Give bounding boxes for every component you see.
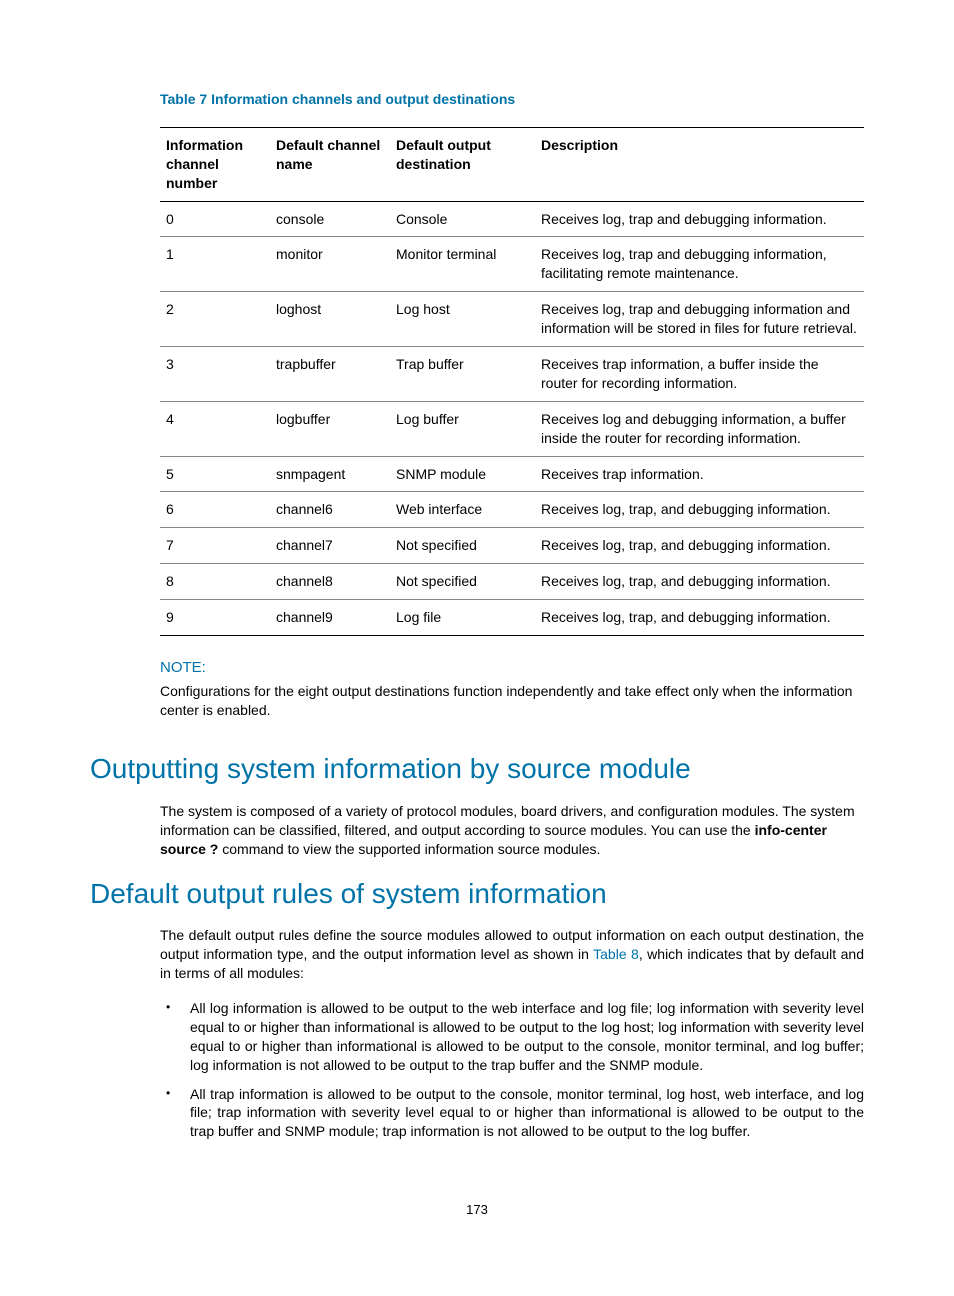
table-row: 9channel9Log fileReceives log, trap, and… <box>160 600 864 636</box>
table-cell: Receives log and debugging information, … <box>535 401 864 456</box>
table-cell: 6 <box>160 492 270 528</box>
section1-text-pre: The system is composed of a variety of p… <box>160 803 855 838</box>
table-cell: Receives log, trap, and debugging inform… <box>535 564 864 600</box>
table-cell: 7 <box>160 528 270 564</box>
table-cell: Monitor terminal <box>390 237 535 292</box>
th-output-destination: Default output destination <box>390 127 535 201</box>
table-row: 7channel7Not specifiedReceives log, trap… <box>160 528 864 564</box>
table-cell: 2 <box>160 292 270 347</box>
table8-link[interactable]: Table 8 <box>593 946 639 962</box>
table-row: 4logbufferLog bufferReceives log and deb… <box>160 401 864 456</box>
table-cell: logbuffer <box>270 401 390 456</box>
note-block: NOTE: Configurations for the eight outpu… <box>160 658 864 720</box>
heading-default-output-rules: Default output rules of system informati… <box>90 875 864 913</box>
table-row: 8channel8Not specifiedReceives log, trap… <box>160 564 864 600</box>
table-row: 0consoleConsoleReceives log, trap and de… <box>160 201 864 237</box>
table-cell: Console <box>390 201 535 237</box>
table-cell: Receives log, trap, and debugging inform… <box>535 528 864 564</box>
table-cell: 1 <box>160 237 270 292</box>
table-cell: monitor <box>270 237 390 292</box>
table-header-row: Information channel number Default chann… <box>160 127 864 201</box>
table-cell: Not specified <box>390 564 535 600</box>
table-cell: trapbuffer <box>270 347 390 402</box>
table-cell: Receives log, trap and debugging informa… <box>535 237 864 292</box>
table-cell: Receives log, trap, and debugging inform… <box>535 600 864 636</box>
list-item: All log information is allowed to be out… <box>160 999 864 1075</box>
table-row: 6channel6Web interfaceReceives log, trap… <box>160 492 864 528</box>
page-number: 173 <box>90 1201 864 1219</box>
list-item: All trap information is allowed to be ou… <box>160 1085 864 1142</box>
info-channels-table: Information channel number Default chann… <box>160 127 864 636</box>
section2-paragraph: The default output rules define the sour… <box>160 926 864 983</box>
table-cell: 3 <box>160 347 270 402</box>
table-cell: 4 <box>160 401 270 456</box>
table-row: 5snmpagentSNMP moduleReceives trap infor… <box>160 456 864 492</box>
table-cell: channel9 <box>270 600 390 636</box>
table-cell: SNMP module <box>390 456 535 492</box>
section1-paragraph: The system is composed of a variety of p… <box>160 802 864 859</box>
th-description: Description <box>535 127 864 201</box>
bullet-list: All log information is allowed to be out… <box>160 999 864 1141</box>
table-cell: 0 <box>160 201 270 237</box>
table-cell: Web interface <box>390 492 535 528</box>
table-row: 1monitorMonitor terminalReceives log, tr… <box>160 237 864 292</box>
table-cell: 9 <box>160 600 270 636</box>
th-channel-number: Information channel number <box>160 127 270 201</box>
table-cell: channel7 <box>270 528 390 564</box>
table-cell: snmpagent <box>270 456 390 492</box>
table-row: 2loghostLog hostReceives log, trap and d… <box>160 292 864 347</box>
table-cell: Receives log, trap and debugging informa… <box>535 292 864 347</box>
table-title: Table 7 Information channels and output … <box>160 90 864 109</box>
table-cell: Log buffer <box>390 401 535 456</box>
table-cell: Receives log, trap and debugging informa… <box>535 201 864 237</box>
th-channel-name: Default channel name <box>270 127 390 201</box>
table-cell: Receives trap information, a buffer insi… <box>535 347 864 402</box>
table-cell: Log file <box>390 600 535 636</box>
note-text: Configurations for the eight output dest… <box>160 682 864 720</box>
table-cell: Trap buffer <box>390 347 535 402</box>
table-cell: channel6 <box>270 492 390 528</box>
table-cell: 8 <box>160 564 270 600</box>
table-cell: 5 <box>160 456 270 492</box>
section1-text-post: command to view the supported informatio… <box>218 841 600 857</box>
table-cell: Not specified <box>390 528 535 564</box>
table-cell: Receives trap information. <box>535 456 864 492</box>
table-cell: loghost <box>270 292 390 347</box>
table-cell: Receives log, trap, and debugging inform… <box>535 492 864 528</box>
note-label: NOTE: <box>160 658 864 678</box>
table-row: 3trapbufferTrap bufferReceives trap info… <box>160 347 864 402</box>
heading-outputting-by-source-module: Outputting system information by source … <box>90 750 864 788</box>
table-cell: console <box>270 201 390 237</box>
table-cell: Log host <box>390 292 535 347</box>
table-cell: channel8 <box>270 564 390 600</box>
